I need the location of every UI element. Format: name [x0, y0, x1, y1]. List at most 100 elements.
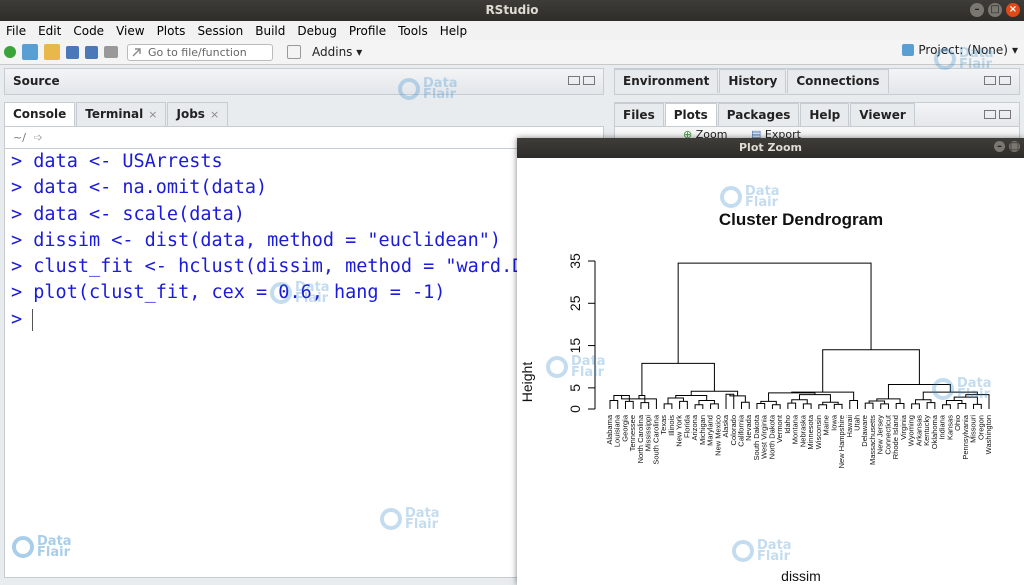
minimize-pane-icon[interactable] [984, 76, 996, 85]
tab-jobs[interactable]: Jobs × [167, 102, 229, 126]
maximize-pane-icon[interactable] [999, 76, 1011, 85]
menu-file[interactable]: File [0, 24, 32, 38]
menu-bar: File Edit Code View Plots Session Build … [0, 21, 1024, 40]
console-prompt[interactable]: > [5, 307, 603, 333]
new-project-icon[interactable] [22, 44, 38, 60]
y-tick-label: 0 [567, 405, 583, 413]
tab-packages[interactable]: Packages [717, 103, 800, 127]
menu-help[interactable]: Help [434, 24, 473, 38]
goto-placeholder: Go to file/function [148, 45, 247, 59]
dendrogram-branch [740, 401, 750, 409]
console-line: > plot(clust_fit, cex = 0.6, hang = -1) [11, 282, 446, 304]
window-controls: – □ × [970, 3, 1020, 17]
tab-plots-label: Plots [673, 108, 708, 122]
window-titlebar: RStudio – □ × [0, 0, 1024, 21]
minimize-pane-icon[interactable] [984, 110, 996, 119]
tab-files[interactable]: Files [614, 103, 664, 127]
dendrogram-branch [787, 402, 797, 409]
tab-plots[interactable]: Plots [664, 103, 717, 127]
new-file-icon[interactable] [4, 46, 16, 58]
dendrogram-branch [640, 402, 650, 409]
tab-history[interactable]: History [719, 69, 787, 93]
dendrogram-branch [973, 403, 982, 409]
tab-terminal-label: Terminal [85, 107, 144, 121]
menu-view[interactable]: View [110, 24, 150, 38]
dendrogram-branch [679, 400, 688, 409]
minimize-icon[interactable]: – [970, 3, 984, 17]
maximize-pane-icon[interactable] [583, 76, 595, 85]
pane-controls[interactable] [984, 76, 1011, 85]
main-toolbar: Go to file/function Addins ▾ Project: (N… [0, 40, 1024, 65]
tab-environment[interactable]: Environment [614, 69, 719, 93]
dendrogram-branch [641, 362, 715, 396]
chart-title: Cluster Dendrogram [719, 210, 883, 229]
tab-files-label: Files [623, 108, 655, 122]
arrow-icon [132, 48, 141, 57]
dendrogram-branch [818, 404, 828, 409]
tab-terminal[interactable]: Terminal × [76, 102, 167, 126]
maximize-icon[interactable]: □ [1009, 141, 1020, 152]
menu-build[interactable]: Build [249, 24, 291, 38]
tab-environment-label: Environment [623, 74, 710, 88]
menu-profile[interactable]: Profile [343, 24, 392, 38]
leaf-label: Washington [984, 415, 993, 454]
tab-viewer[interactable]: Viewer [850, 103, 915, 127]
tab-help[interactable]: Help [800, 103, 850, 127]
close-tab-icon[interactable]: × [148, 108, 157, 121]
x-axis-label: dissim [781, 568, 821, 584]
y-tick-label: 35 [567, 253, 583, 269]
dendrogram-branch [833, 403, 843, 409]
close-icon[interactable]: × [1006, 3, 1020, 17]
menu-debug[interactable]: Debug [291, 24, 342, 38]
dendrogram-branch [926, 402, 936, 409]
addins-button[interactable]: Addins ▾ [312, 45, 362, 59]
tab-console[interactable]: Console [4, 102, 76, 126]
dendrogram-branch [915, 399, 932, 404]
tab-jobs-label: Jobs [176, 107, 205, 121]
minimize-icon[interactable]: – [994, 141, 1005, 152]
dendrogram-branch [694, 404, 704, 409]
plot-zoom-window[interactable]: Plot Zoom – □ Cluster Dendrogram 0 5 15 25 35… [517, 138, 1024, 585]
console-line: > data <- scale(data) [11, 203, 245, 225]
print-icon[interactable] [104, 46, 118, 58]
pane-controls[interactable] [984, 110, 1011, 119]
menu-tools[interactable]: Tools [392, 24, 434, 38]
text-cursor [32, 308, 34, 331]
plot-zoom-titlebar[interactable]: Plot Zoom – □ [517, 138, 1024, 158]
menu-code[interactable]: Code [67, 24, 110, 38]
close-tab-icon[interactable]: × [210, 108, 219, 121]
dendrogram-branch [802, 403, 812, 409]
project-menu[interactable]: Project: (None) ▾ [902, 43, 1018, 57]
save-all-icon[interactable] [85, 45, 98, 59]
open-file-icon[interactable] [44, 44, 60, 60]
dendrogram-branch [922, 391, 978, 400]
files-tabs: Files Plots Packages Help Viewer [614, 103, 916, 127]
dendrogram-branch [799, 394, 831, 403]
menu-plots[interactable]: Plots [151, 24, 192, 38]
console-line: > dissim <- dist(data, method = "euclide… [11, 229, 502, 251]
save-icon[interactable] [66, 45, 79, 59]
goto-file-input[interactable]: Go to file/function [127, 43, 273, 61]
tab-connections[interactable]: Connections [787, 69, 889, 93]
maximize-pane-icon[interactable] [999, 110, 1011, 119]
project-icon [902, 44, 915, 56]
dendrogram-branch [880, 403, 889, 409]
console-panel[interactable]: > data <- USArrests > data <- na.omit(da… [4, 148, 604, 578]
menu-edit[interactable]: Edit [32, 24, 67, 38]
grid-icon[interactable] [287, 45, 301, 59]
dendrogram-branch [710, 403, 719, 409]
y-tick-label: 5 [567, 384, 583, 392]
pane-controls[interactable] [568, 76, 595, 85]
tab-help-label: Help [809, 108, 841, 122]
y-axis-label: Height [519, 362, 535, 403]
console-path-bar: ~/ ➩ [4, 126, 604, 148]
tab-history-label: History [728, 74, 778, 88]
maximize-icon[interactable]: □ [988, 3, 1002, 17]
dendrogram-chart: Cluster Dendrogram05152535HeightAlabamaL… [519, 210, 993, 584]
window-controls: – □ [994, 141, 1020, 152]
minimize-pane-icon[interactable] [568, 76, 580, 85]
forward-icon[interactable]: ➩ [33, 131, 42, 144]
menu-session[interactable]: Session [191, 24, 249, 38]
console-line: > clust_fit <- hclust(dissim, method = "… [11, 256, 546, 278]
dendrogram-branch [895, 403, 905, 409]
